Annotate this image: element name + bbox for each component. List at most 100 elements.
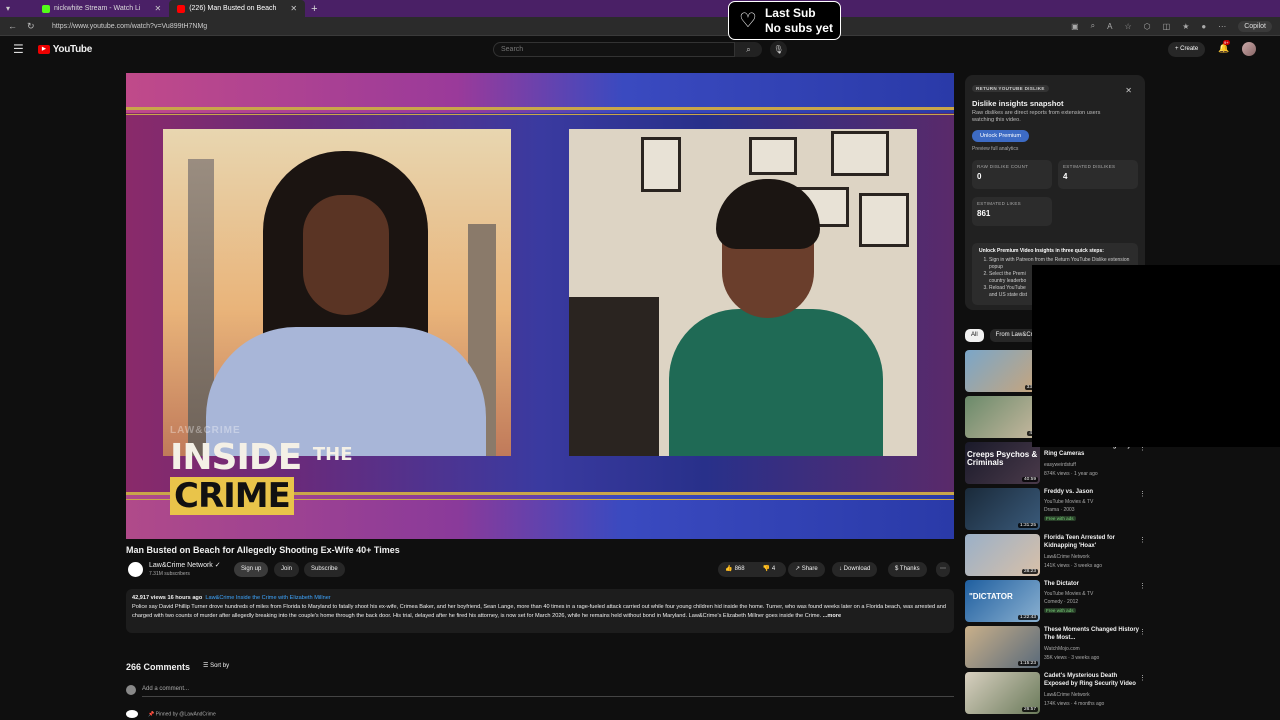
new-tab-icon[interactable]: + [305,3,323,15]
rec-title: Freddy vs. Jason [1044,489,1094,495]
refresh-icon[interactable]: ↻ [27,21,35,32]
tab-actions[interactable]: ▾ [0,4,34,13]
channel-name-text: Law&Crime Network [149,562,213,569]
create-button[interactable]: + Create [1168,42,1206,57]
split-screen-icon[interactable]: ◫ [1163,22,1171,31]
download-button[interactable]: ↓ Download [832,562,878,577]
browser-tab-bar: ▾ nickwhite Stream - Watch Li ✕ (226) Ma… [0,0,1280,17]
more-vert-icon[interactable]: ⋮ [1139,582,1146,590]
voice-search-button[interactable]: 🎙 [770,41,787,58]
preview-analytics-link[interactable]: Preview full analytics [972,146,1138,152]
stat-label: ESTIMATED DISLIKES [1063,164,1116,169]
join-button[interactable]: Join [274,562,300,577]
notifications-button[interactable]: 🔔 9+ [1218,40,1230,54]
video-thumbnail[interactable]: 33:1 [965,350,1040,392]
dislike-count: 4 [771,566,776,572]
video-player[interactable]: LAW&CRIME INSIDE THE CRIME [126,73,954,539]
pinned-avatar [126,710,138,718]
gold-stripe [126,107,954,110]
create-label: Create [1180,46,1199,52]
duration: 1:31:25 [1017,523,1038,528]
tab-stream[interactable]: nickwhite Stream - Watch Li ✕ [34,0,169,17]
rec-meta: 35K views · 3 weeks ago [1044,655,1100,661]
video-thumbnail[interactable]: "DICTATOR 1:22:43 [965,580,1040,622]
back-icon[interactable]: ← [8,21,17,32]
more-icon[interactable]: ⋯ [1218,22,1226,31]
signup-button[interactable]: Sign up [234,562,269,577]
rec-meta: 874K views · 1 year ago [1044,471,1098,477]
rec-meta: 141K views · 3 weeks ago [1044,563,1103,569]
recommendation-item[interactable]: 1:15:23 These Moments Changed History Th… [965,626,1155,668]
show-title-the: THE [312,444,353,465]
video-thumbnail[interactable]: 1:31:25 [965,488,1040,530]
tab-youtube[interactable]: (226) Man Busted on Beach ✕ [169,0,306,17]
read-aloud-icon[interactable]: A [1107,22,1112,31]
more-actions-button[interactable]: ⋯ [936,562,950,577]
zoom-icon[interactable]: ⌕ [1091,21,1095,31]
show-more-link[interactable]: ...more [823,613,841,619]
stat-value: 0 [977,172,982,181]
show-lower-third: LAW&CRIME INSIDE THE CRIME [170,425,353,515]
close-tab-icon[interactable]: ✕ [290,4,297,13]
recommendation-item[interactable]: 28:23 Florida Teen Arrested for Kidnappi… [965,534,1155,576]
description-box[interactable]: 42,917 views 16 hours ago Law&Crime Insi… [126,589,954,633]
close-tab-icon[interactable]: ✕ [155,4,162,13]
recommendation-item[interactable]: "DICTATOR 1:22:43 The Dictator YouTube M… [965,580,1155,622]
youtube-logo[interactable]: ▶ YouTube [37,44,92,55]
more-vert-icon[interactable]: ⋮ [1139,536,1146,544]
unlock-premium-button[interactable]: Unlock Premium [972,130,1030,142]
close-icon[interactable]: ✕ [1125,86,1132,95]
favorites-icon[interactable]: ★ [1182,22,1189,31]
channel-name[interactable]: Law&Crime Network ✓ [149,561,221,569]
verified-icon: ✓ [214,562,221,569]
favorite-star-icon[interactable]: ☆ [1124,22,1131,31]
url-field[interactable]: https://www.youtube.com/watch?v=Vu899tH7… [52,23,1071,30]
hamburger-menu-icon[interactable]: ☰ [13,42,24,56]
video-thumbnail[interactable]: 42: [965,396,1040,438]
more-vert-icon[interactable]: ⋮ [1139,674,1146,682]
more-vert-icon[interactable]: ⋮ [1139,628,1146,636]
video-thumbnail[interactable]: 28:23 [965,534,1040,576]
last-sub-label: Last Sub [764,5,816,20]
video-thumbnail[interactable]: 26:57 [965,672,1040,714]
duration: 1:15:23 [1017,661,1038,666]
thanks-icon: $ [895,566,899,572]
video-thumbnail[interactable]: 1:15:23 [965,626,1040,668]
search-icon: ⌕ [746,45,751,54]
extensions-icon[interactable]: ⬡ [1144,22,1151,31]
install-app-icon[interactable]: ▣ [1071,22,1079,31]
recommendation-item[interactable]: Creeps Psychos & Criminals 40:59 Dashcam… [965,442,1155,484]
workspaces-icon[interactable]: ▾ [6,4,10,13]
address-bar: ← ↻ https://www.youtube.com/watch?v=Vu89… [0,17,1280,36]
add-comment-row[interactable]: Add a comment... [126,685,954,697]
heart-icon: ♡ [739,10,757,32]
search-button[interactable]: ⌕ [735,42,762,57]
stat-value: 861 [977,209,991,218]
like-dislike-group: 👍 868 👎 4 [718,562,786,577]
thanks-button[interactable]: $ Thanks [888,562,927,577]
comment-divider [142,696,954,697]
description-hashtag[interactable]: Law&Crime Inside the Crime with Elizabet… [205,595,330,601]
sort-comments-button[interactable]: ☰ Sort by [203,662,229,669]
more-vert-icon[interactable]: ⋮ [1139,490,1146,498]
like-button[interactable]: 👍 868 [718,562,752,577]
stat-value: 4 [1063,172,1068,181]
share-label: Share [801,566,818,572]
rec-title: The Dictator [1044,581,1080,587]
add-comment-input[interactable]: Add a comment... [142,686,189,692]
chip-all[interactable]: All [965,329,984,342]
show-title-line2: CRIME [170,477,294,515]
profile-icon[interactable]: ● [1201,22,1206,31]
subscribe-button[interactable]: Subscribe [304,562,345,577]
channel-avatar[interactable] [128,562,143,577]
recommendation-item[interactable]: 26:57 Cadet's Mysterious Death Exposed b… [965,672,1155,714]
dislike-button[interactable]: 👎 4 [752,562,786,577]
search-input[interactable]: Search [493,42,735,57]
copilot-button[interactable]: Copilot [1238,20,1272,32]
share-button[interactable]: ↗ Share [788,562,825,577]
account-avatar[interactable] [1242,42,1256,56]
show-brand: LAW&CRIME [170,425,241,436]
thumb-text: Creeps Psychos & Criminals [967,450,1038,467]
video-thumbnail[interactable]: Creeps Psychos & Criminals 40:59 [965,442,1040,484]
recommendation-item[interactable]: 1:31:25 Freddy vs. Jason YouTube Movies … [965,488,1155,530]
